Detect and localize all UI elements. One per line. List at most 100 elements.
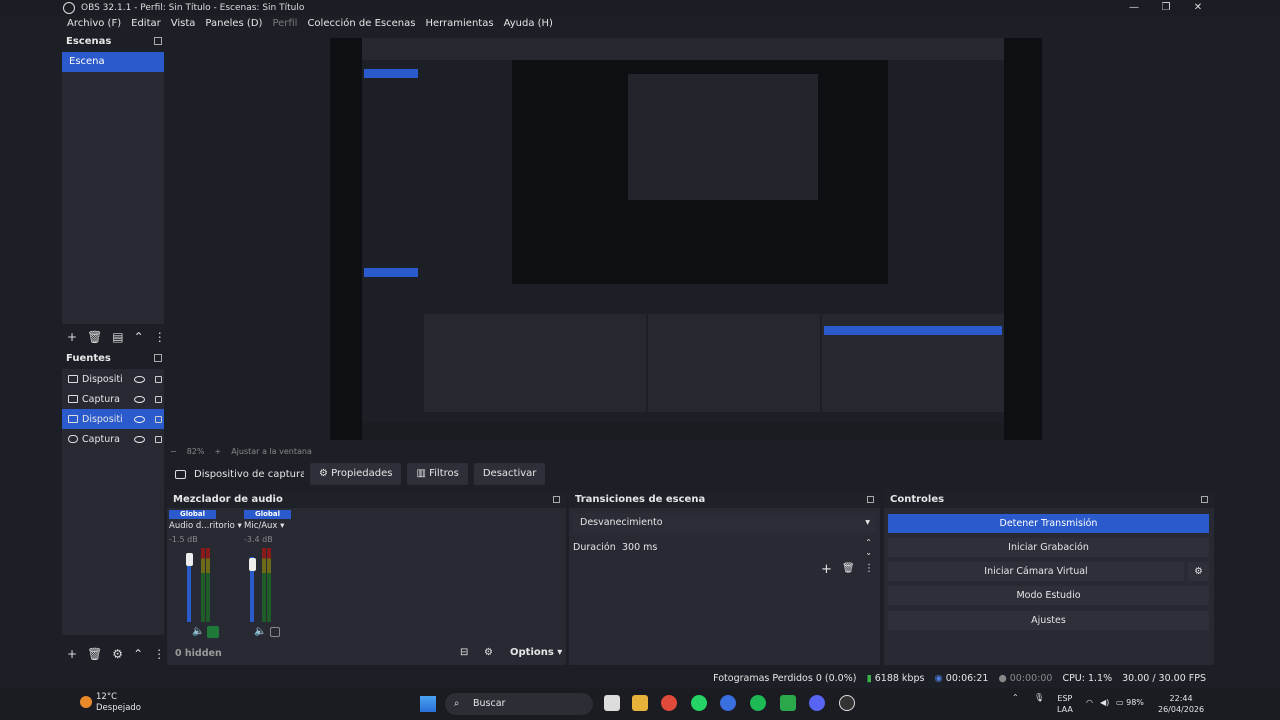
source-item-selected[interactable]: Dispositiv: [62, 409, 164, 429]
more-icon[interactable]: ⋮: [864, 563, 874, 574]
whatsapp-icon[interactable]: [691, 695, 707, 711]
weather-widget[interactable]: 12°C Despejado: [96, 692, 141, 714]
add-icon[interactable]: +: [67, 647, 77, 661]
task-view-icon[interactable]: [604, 695, 620, 711]
global-badge: Global: [244, 510, 291, 519]
gear-icon[interactable]: ⚙: [112, 647, 123, 661]
chevron-down-icon: ▾: [865, 517, 870, 528]
menu-file[interactable]: Archivo (F): [62, 16, 126, 32]
move-up-icon[interactable]: ⌃: [133, 647, 143, 661]
spotify-icon[interactable]: [750, 695, 766, 711]
menu-tools[interactable]: Herramientas: [420, 16, 498, 32]
dock-float-icon[interactable]: [1201, 496, 1208, 503]
tray-expand-icon[interactable]: ⌃: [1012, 693, 1019, 702]
microphone-icon[interactable]: 🎙: [1034, 693, 1044, 702]
eye-icon[interactable]: [134, 415, 145, 423]
move-up-icon[interactable]: ⌃: [134, 330, 144, 344]
trash-icon[interactable]: 🗑: [87, 647, 102, 661]
filter-icon[interactable]: ▤: [112, 330, 123, 344]
deactivate-button[interactable]: Desactivar: [473, 463, 546, 485]
options-button[interactable]: Options ▾: [510, 647, 562, 658]
zoom-in-button[interactable]: +: [214, 447, 221, 456]
fit-window-select[interactable]: Ajustar a la ventana: [231, 447, 312, 456]
channel-name[interactable]: Audio d...ritorio ▾: [169, 521, 242, 531]
app-icon[interactable]: [720, 695, 736, 711]
signal-icon: ▮: [866, 672, 872, 684]
headphones-icon[interactable]: [207, 626, 219, 638]
window-title: OBS 32.1.1 - Perfil: Sin Título - Escena…: [81, 3, 305, 13]
more-icon[interactable]: ⋮: [153, 647, 165, 661]
transitions-title: Transiciones de escena: [569, 491, 880, 508]
lock-icon[interactable]: [155, 395, 162, 403]
add-icon[interactable]: +: [67, 330, 77, 344]
volume-icon[interactable]: ◀): [1100, 698, 1109, 707]
lock-icon[interactable]: [155, 435, 162, 443]
obs-taskbar-icon[interactable]: [839, 695, 855, 711]
filters-button[interactable]: ▥ Filtros: [407, 463, 468, 485]
menu-edit[interactable]: Editar: [126, 16, 166, 32]
source-toolbar: Dispositivo de captura de v ⚙ Propiedade…: [166, 461, 1214, 487]
more-icon[interactable]: ⋮: [154, 330, 166, 344]
headphones-icon[interactable]: [270, 627, 280, 637]
layout-icon[interactable]: ⊟: [460, 647, 468, 658]
start-recording-button[interactable]: Iniciar Grabación: [888, 538, 1209, 557]
trash-icon[interactable]: 🗑: [87, 330, 102, 344]
menu-docks[interactable]: Paneles (D): [200, 16, 267, 32]
duration-input[interactable]: 300 ms ⌃ ⌄: [618, 538, 876, 558]
language-indicator[interactable]: ESP LAA: [1057, 693, 1073, 715]
trash-icon[interactable]: 🗑: [842, 563, 855, 574]
scene-item[interactable]: Escena: [62, 52, 164, 72]
source-item[interactable]: Captura d: [62, 429, 164, 449]
taskbar-search[interactable]: ⌕ Buscar: [445, 693, 593, 715]
stop-streaming-button[interactable]: Detener Transmisión: [888, 514, 1209, 533]
hidden-count: 0 hidden: [175, 648, 222, 659]
add-icon[interactable]: +: [821, 562, 832, 577]
source-item[interactable]: Captura d: [62, 389, 164, 409]
lock-icon[interactable]: [155, 415, 162, 423]
scenes-title: Escenas: [62, 34, 166, 50]
dock-float-icon[interactable]: [154, 37, 162, 45]
eye-icon[interactable]: [134, 375, 145, 383]
obs-logo-icon: [63, 2, 75, 14]
preview-canvas[interactable]: [330, 38, 1042, 440]
menu-scene-collection[interactable]: Colección de Escenas: [302, 16, 420, 32]
mixer-settings-icon[interactable]: ⚙: [484, 647, 493, 658]
channel-name[interactable]: Mic/Aux ▾: [244, 521, 291, 531]
eye-icon[interactable]: [134, 395, 145, 403]
eye-icon[interactable]: [134, 435, 145, 443]
minimize-icon[interactable]: —: [1118, 0, 1150, 16]
speaker-icon[interactable]: 🔈: [254, 626, 266, 637]
stepper-icon[interactable]: ⌃ ⌄: [865, 538, 872, 558]
battery-indicator[interactable]: ▭ 98%: [1116, 698, 1144, 707]
zoom-bar: − 82% + Ajustar a la ventana: [170, 444, 312, 458]
system-clock[interactable]: 22:44 26/04/2026: [1158, 693, 1204, 715]
speaker-icon[interactable]: 🔈: [192, 626, 204, 637]
virtual-camera-settings-icon[interactable]: ⚙: [1188, 562, 1209, 581]
nested-titlebar: [362, 38, 1004, 60]
file-explorer-icon[interactable]: [632, 695, 648, 711]
volume-fader[interactable]: [249, 558, 256, 571]
settings-button[interactable]: Ajustes: [888, 611, 1209, 630]
volume-fader[interactable]: [186, 553, 193, 566]
dock-float-icon[interactable]: [867, 496, 874, 503]
properties-button[interactable]: ⚙ Propiedades: [310, 463, 402, 485]
wifi-icon[interactable]: ◠: [1086, 698, 1093, 707]
menu-profile[interactable]: Perfil: [267, 16, 302, 32]
restore-icon[interactable]: ❐: [1150, 0, 1182, 16]
discord-icon[interactable]: [809, 695, 825, 711]
dock-float-icon[interactable]: [553, 496, 560, 503]
chrome-icon[interactable]: [661, 695, 677, 711]
global-badge: Global: [169, 510, 216, 519]
menu-view[interactable]: Vista: [166, 16, 201, 32]
menu-help[interactable]: Ayuda (H): [499, 16, 558, 32]
dock-float-icon[interactable]: [154, 354, 162, 362]
start-virtual-camera-button[interactable]: Iniciar Cámara Virtual: [888, 562, 1184, 581]
close-icon[interactable]: ✕: [1182, 0, 1214, 16]
transition-select[interactable]: Desvanecimiento ▾: [573, 513, 876, 533]
lock-icon[interactable]: [155, 375, 162, 383]
zoom-out-button[interactable]: −: [170, 447, 177, 456]
windows-start-icon[interactable]: [420, 696, 436, 712]
source-item[interactable]: Dispositiv: [62, 369, 164, 389]
xbox-icon[interactable]: [780, 695, 796, 711]
studio-mode-button[interactable]: Modo Estudio: [888, 586, 1209, 605]
